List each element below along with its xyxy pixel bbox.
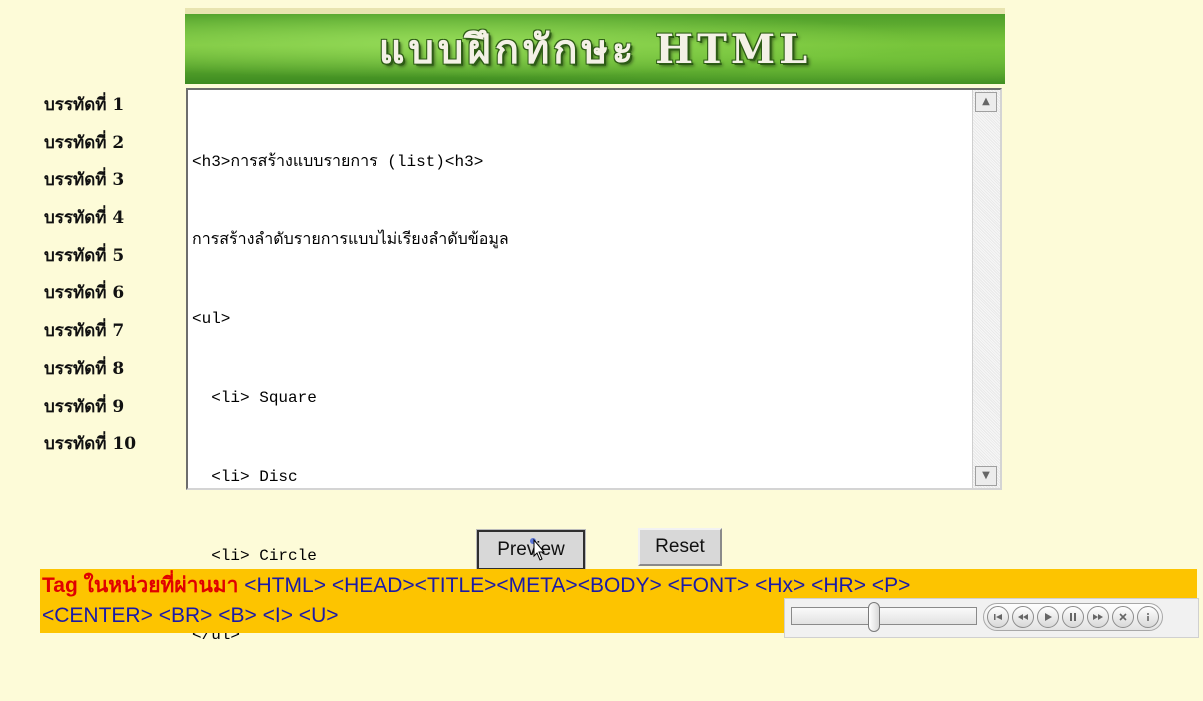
line-label: บรรทัดที่ 8 [44,358,125,379]
banner-title: แบบฝึกทักษะ HTML [378,26,812,73]
scroll-up-arrow-icon[interactable]: ▲ [975,92,997,112]
reset-button[interactable]: Reset [638,528,722,566]
line-label: บรรทัดที่ 2 [44,132,125,153]
code-editor[interactable]: <h3>การสร้างแบบรายการ (list)<h3> การสร้า… [186,88,1002,644]
previous-icon[interactable] [987,606,1009,628]
code-line: การสร้างลำดับรายการแบบไม่เรียงลำดับข้อมู… [192,231,509,249]
seek-bar[interactable] [791,607,977,625]
seek-thumb[interactable] [867,602,880,632]
line-label: บรรทัดที่ 5 [44,245,125,266]
code-line: <ul> [192,310,231,329]
pause-icon[interactable] [1062,606,1084,628]
stop-icon[interactable] [1112,606,1134,628]
code-line: <li> Square [192,389,317,408]
code-line: <li> Disc [192,468,298,487]
info-icon[interactable] [1137,606,1159,628]
code-text[interactable]: <h3>การสร้างแบบรายการ (list)<h3> การสร้า… [192,96,970,644]
line-label: บรรทัดที่ 10 [44,434,137,455]
tags-line-1: <HTML> <HEAD><TITLE><META><BODY> <FONT> … [238,574,911,597]
scroll-down-arrow-icon[interactable]: ▼ [975,466,997,486]
line-label: บรรทัดที่ 6 [44,283,125,304]
line-label: บรรทัดที่ 7 [44,321,125,342]
editor-scrollbar[interactable]: ▲ ▼ [972,90,1000,488]
line-label: บรรทัดที่ 9 [44,396,125,417]
media-player [784,598,1199,638]
code-line: <h3>การสร้างแบบรายการ (list)<h3> [192,152,484,171]
player-controls [983,603,1163,631]
tags-heading: Tag ในหน่วยที่ผ่านมา [42,574,239,597]
line-label: บรรทัดที่ 3 [44,170,125,191]
rewind-icon[interactable] [1012,606,1034,628]
line-label: บรรทัดที่ 1 [44,95,125,115]
title-banner: แบบฝึกทักษะ HTML [185,8,1005,84]
line-label-list: บรรทัดที่ 1 บรรทัดที่ 2 บรรทัดที่ 3 บรรท… [44,92,179,469]
line-label: บรรทัดที่ 4 [44,208,125,229]
hand-cursor-icon [530,538,546,561]
play-icon[interactable] [1037,606,1059,628]
fast-forward-icon[interactable] [1087,606,1109,628]
